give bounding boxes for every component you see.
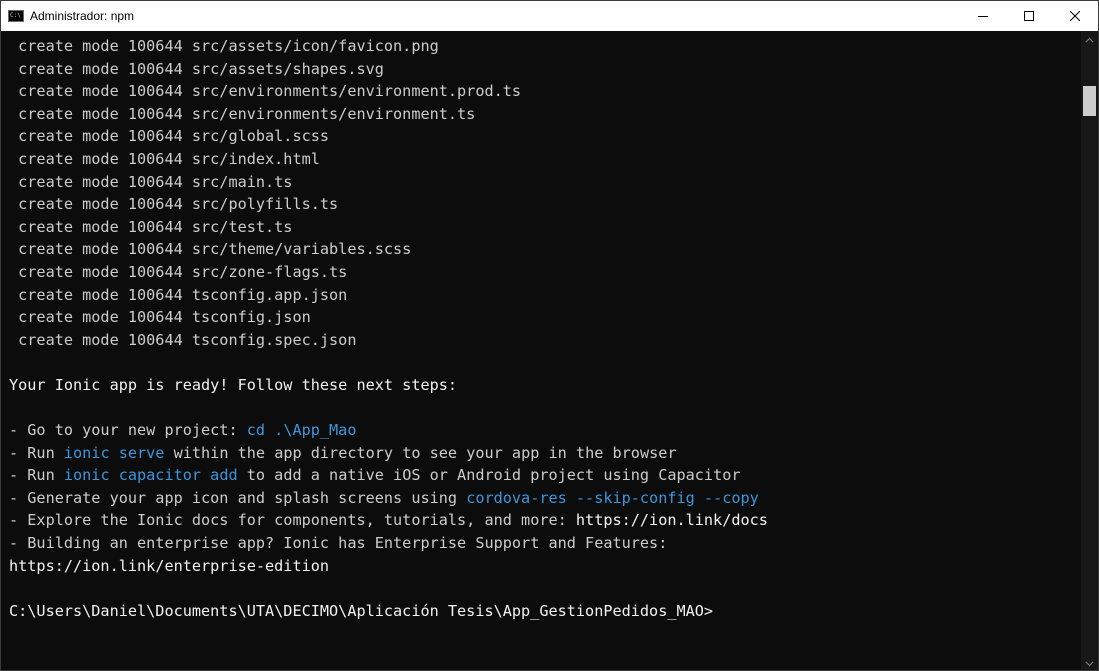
console-text: create mode 100644 src/test.ts xyxy=(9,217,293,236)
console-command-text: ionic capacitor add xyxy=(63,466,238,485)
console-text: - Run xyxy=(9,466,64,485)
console-text: create mode 100644 src/zone-flags.ts xyxy=(9,262,348,281)
console-text: within the app directory to see your app… xyxy=(164,443,677,462)
title-bar[interactable]: C:\ Administrador: npm xyxy=(1,1,1098,31)
maximize-button[interactable] xyxy=(1006,1,1052,31)
console-text: Your Ionic app is ready! Follow these ne… xyxy=(9,375,458,394)
console-line: - Go to your new project: cd .\App_Mao xyxy=(9,419,1083,442)
console-text: create mode 100644 src/theme/variables.s… xyxy=(9,240,412,259)
console-command-text: ionic serve xyxy=(63,443,165,462)
console-line: create mode 100644 src/main.ts xyxy=(9,171,1083,194)
close-button[interactable] xyxy=(1052,1,1098,31)
console-text: - Generate your app icon and splash scre… xyxy=(9,488,467,507)
console-text: create mode 100644 src/environments/envi… xyxy=(9,104,476,123)
terminal-window: C:\ Administrador: npm create mode 10064… xyxy=(0,0,1099,671)
console-text: create mode 100644 src/global.scss xyxy=(9,127,330,146)
console-line: create mode 100644 src/assets/icon/favic… xyxy=(9,35,1083,58)
console-text: create mode 100644 src/index.html xyxy=(9,149,320,168)
console-text: create mode 100644 src/assets/shapes.svg xyxy=(9,59,384,78)
console-text: C:\Users\Daniel\Documents\UTA\DECIMO\Apl… xyxy=(9,601,714,620)
window-controls xyxy=(960,1,1098,31)
console-text: create mode 100644 src/environments/envi… xyxy=(9,82,522,101)
maximize-icon xyxy=(1024,11,1034,21)
window-title: Administrador: npm xyxy=(30,9,135,23)
console-text: create mode 100644 src/main.ts xyxy=(9,172,293,191)
console-line: create mode 100644 src/polyfills.ts xyxy=(9,193,1083,216)
console-line: create mode 100644 tsconfig.spec.json xyxy=(9,329,1083,352)
vertical-scrollbar[interactable] xyxy=(1081,31,1098,670)
cmd-console-icon[interactable]: C:\ xyxy=(8,10,24,22)
console-text: https://ion.link/enterprise-edition xyxy=(9,556,330,575)
close-icon xyxy=(1070,11,1080,21)
console-line: create mode 100644 src/test.ts xyxy=(9,216,1083,239)
console-text: create mode 100644 src/polyfills.ts xyxy=(9,195,339,214)
console-line: create mode 100644 tsconfig.json xyxy=(9,306,1083,329)
console-line: create mode 100644 src/zone-flags.ts xyxy=(9,261,1083,284)
console-line: - Explore the Ionic docs for components,… xyxy=(9,509,1083,532)
console-line: Your Ionic app is ready! Follow these ne… xyxy=(9,374,1083,397)
console-text: create mode 100644 tsconfig.spec.json xyxy=(9,330,357,349)
console-line: - Run ionic capacitor add to add a nativ… xyxy=(9,464,1083,487)
console-text: - Run xyxy=(9,443,64,462)
console-command-text: cordova-res --skip-config --copy xyxy=(466,488,759,507)
scroll-up-button[interactable] xyxy=(1081,31,1098,48)
console-text: to add a native iOS or Android project u… xyxy=(237,466,741,485)
minimize-icon xyxy=(978,16,988,17)
console-line: create mode 100644 src/environments/envi… xyxy=(9,103,1083,126)
console-text: - Building an enterprise app? Ionic has … xyxy=(9,534,668,553)
console-text: create mode 100644 src/assets/icon/favic… xyxy=(9,37,439,55)
scroll-down-button[interactable] xyxy=(1081,655,1098,670)
console-text: create mode 100644 tsconfig.json xyxy=(9,308,311,327)
console-text: - Go to your new project: xyxy=(9,421,247,440)
console-line: C:\Users\Daniel\Documents\UTA\DECIMO\Apl… xyxy=(9,600,1083,623)
console-line: https://ion.link/enterprise-edition xyxy=(9,555,1083,578)
console-line: create mode 100644 src/global.scss xyxy=(9,125,1083,148)
console-line: create mode 100644 src/assets/shapes.svg xyxy=(9,58,1083,81)
scroll-up-arrow-icon xyxy=(1085,37,1094,42)
console-line: - Run ionic serve within the app directo… xyxy=(9,442,1083,465)
console-line: create mode 100644 tsconfig.app.json xyxy=(9,284,1083,307)
scrollbar-thumb[interactable] xyxy=(1083,86,1096,116)
console-line: - Generate your app icon and splash scre… xyxy=(9,487,1083,510)
console-line: create mode 100644 src/theme/variables.s… xyxy=(9,238,1083,261)
minimize-button[interactable] xyxy=(960,1,1006,31)
console-text: create mode 100644 tsconfig.app.json xyxy=(9,285,348,304)
console-line: create mode 100644 src/index.html xyxy=(9,148,1083,171)
console-output[interactable]: create mode 100644 src/assets/icon/favic… xyxy=(1,31,1083,670)
cmd-console-icon-text: C:\ xyxy=(10,12,21,19)
console-line: - Building an enterprise app? Ionic has … xyxy=(9,532,1083,555)
console-command-text: cd .\App_Mao xyxy=(246,421,357,440)
console-text: - Explore the Ionic docs for components,… xyxy=(9,511,576,530)
console-line: create mode 100644 src/environments/envi… xyxy=(9,80,1083,103)
console-text: https://ion.link/docs xyxy=(575,511,768,530)
scroll-down-arrow-icon xyxy=(1085,661,1094,666)
